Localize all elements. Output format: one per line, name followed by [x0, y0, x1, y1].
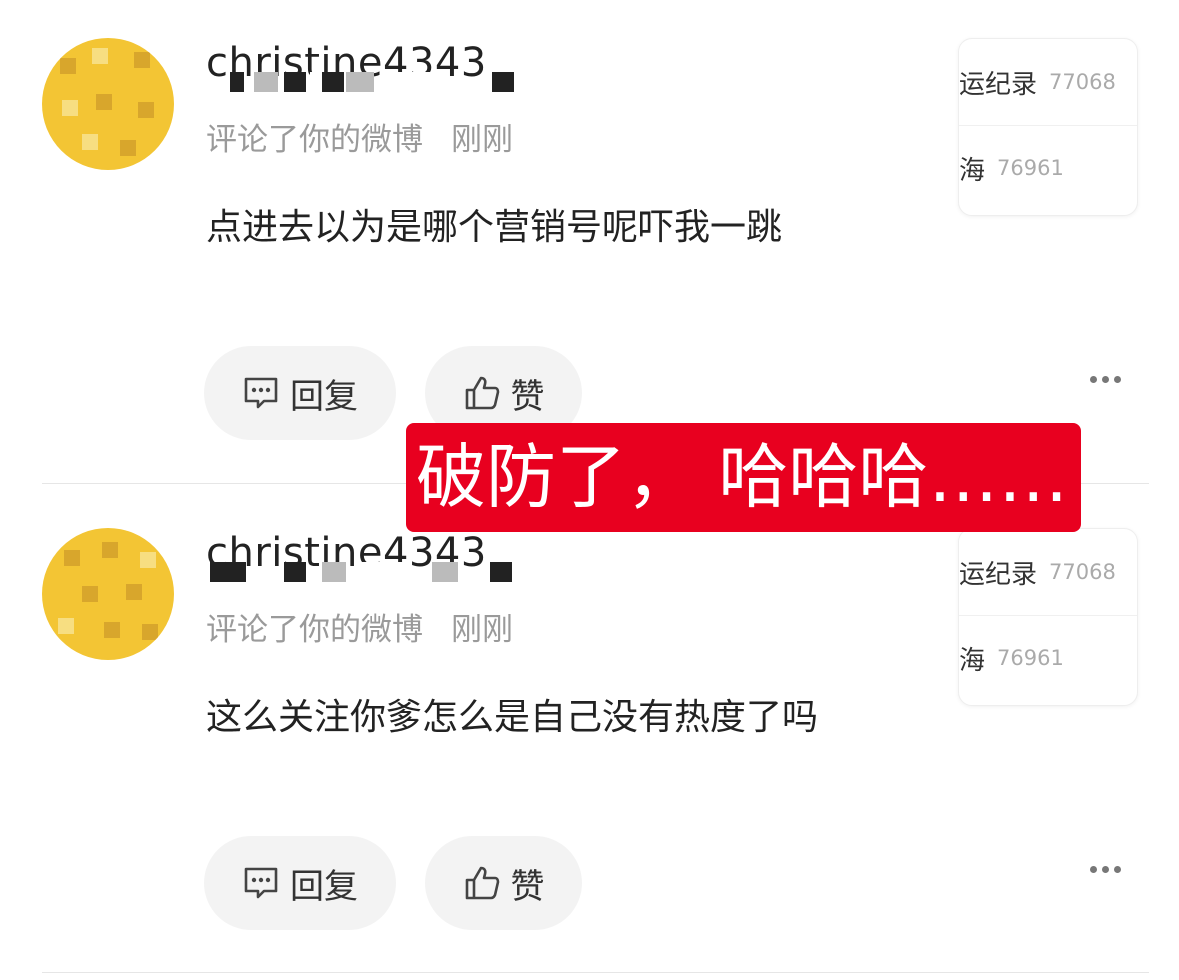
action-text: 评论了你的微博	[206, 612, 423, 648]
card-count: 76961	[997, 156, 1064, 180]
card-count: 77068	[1049, 70, 1116, 94]
username-privacy-mask	[206, 562, 516, 584]
action-text: 评论了你的微博	[206, 122, 423, 158]
more-dots-icon[interactable]	[1090, 376, 1121, 383]
reply-label: 回复	[290, 376, 358, 417]
comment-bubble-icon	[242, 375, 280, 411]
card-title: 运纪录	[959, 69, 1038, 100]
card-count: 76961	[997, 646, 1064, 670]
timestamp: 刚刚	[451, 612, 513, 648]
comment-text: 点进去以为是哪个营销号呢吓我一跳	[206, 207, 783, 248]
notification-meta: 评论了你的微博 刚刚	[206, 604, 513, 649]
weibo-preview-card[interactable]: 运纪录 77068 海 76961	[958, 528, 1138, 706]
weibo-preview-card[interactable]: 运纪录 77068 海 76961	[958, 38, 1138, 216]
avatar[interactable]	[42, 528, 174, 660]
divider	[42, 972, 1149, 973]
thumbs-up-icon	[463, 374, 501, 412]
thumbs-up-icon	[463, 864, 501, 902]
comment-bubble-icon	[242, 865, 280, 901]
like-label: 赞	[510, 376, 545, 417]
card-title: 海	[959, 155, 986, 186]
timestamp: 刚刚	[451, 122, 513, 158]
more-dots-icon[interactable]	[1090, 866, 1121, 873]
comment-text: 这么关注你爹怎么是自己没有热度了吗	[206, 697, 819, 738]
notification-meta: 评论了你的微博 刚刚	[206, 114, 513, 159]
reply-button[interactable]: 回复	[204, 836, 396, 930]
reply-label: 回复	[290, 866, 358, 907]
avatar[interactable]	[42, 38, 174, 170]
like-button[interactable]: 赞	[425, 836, 582, 930]
card-count: 77068	[1049, 560, 1116, 584]
notification-item[interactable]: christine4343 评论了你的微博 刚刚 点进去以为是哪个营销号呢吓我一跳…	[0, 0, 1179, 490]
reply-button[interactable]: 回复	[204, 346, 396, 440]
card-title: 运纪录	[959, 559, 1038, 590]
notification-item[interactable]: christine4343 评论了你的微博 刚刚 这么关注你爹怎么是自己没有热度了…	[0, 490, 1179, 980]
overlay-caption: 破防了， 哈哈哈……	[406, 423, 1081, 532]
card-title: 海	[959, 645, 986, 676]
username-privacy-mask	[206, 72, 516, 94]
like-label: 赞	[510, 866, 545, 907]
